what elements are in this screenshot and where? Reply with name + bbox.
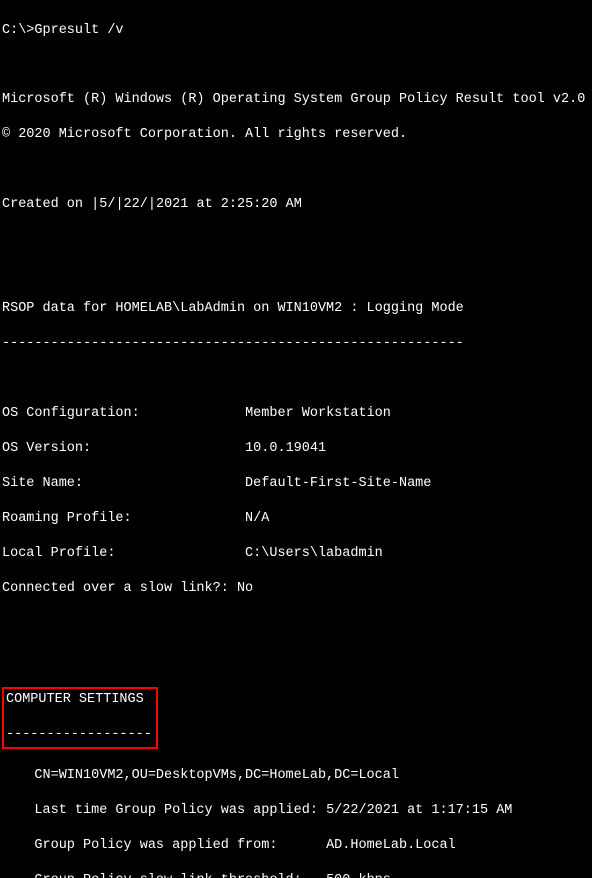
copyright: © 2020 Microsoft Corporation. All rights… xyxy=(2,126,592,144)
label: Site Name: xyxy=(2,476,83,491)
cs-applied-from: Group Policy was applied from: AD.HomeLa… xyxy=(2,837,592,855)
value: 10.0.19041 xyxy=(245,441,326,456)
label: Roaming Profile: xyxy=(2,511,132,526)
value: 5/22/2021 at 1:17:15 AM xyxy=(326,803,512,818)
value: N/A xyxy=(245,511,269,526)
rsop-dashes: ----------------------------------------… xyxy=(2,335,592,353)
os-configuration: OS Configuration: Member Workstation xyxy=(2,405,592,423)
label: Local Profile: xyxy=(2,546,115,561)
value: No xyxy=(237,581,253,596)
value: C:\Users\labadmin xyxy=(245,546,383,561)
slow-link: Connected over a slow link?: No xyxy=(2,580,592,598)
computer-settings-dashes: ------------------ xyxy=(6,726,152,744)
roaming-profile: Roaming Profile: N/A xyxy=(2,510,592,528)
created-middle: 22/ xyxy=(124,197,148,212)
arrow-icon: |‎ xyxy=(115,197,123,212)
prompt-cwd: C:\> xyxy=(2,23,34,38)
command-text: Gpresult /v xyxy=(34,23,123,38)
computer-settings-heading: COMPUTER SETTINGS xyxy=(6,691,152,709)
tool-header: Microsoft (R) Windows (R) Operating Syst… xyxy=(2,91,592,109)
label: OS Configuration: xyxy=(2,406,140,421)
computer-settings-heading-box: COMPUTER SETTINGS ------------------ xyxy=(2,687,158,750)
value: 500 kbps xyxy=(326,873,391,878)
cs-last-applied: Last time Group Policy was applied: 5/22… xyxy=(2,802,592,820)
label: Connected over a slow link?: xyxy=(2,581,229,596)
label: Group Policy slow link threshold: xyxy=(34,873,301,878)
created-year-time: 2021 at 2:25:20 AM xyxy=(156,197,302,212)
arrow-icon: |‎ xyxy=(148,197,156,212)
site-name: Site Name: Default-First-Site-Name xyxy=(2,475,592,493)
created-date: 5/ xyxy=(99,197,115,212)
created-on: Created on ‎‎|‎5/|‎22/|‎2021 at 2:25:20 … xyxy=(2,196,592,214)
value: AD.HomeLab.Local xyxy=(326,838,456,853)
command-line: C:\>Gpresult /v xyxy=(2,22,592,40)
value: CN=WIN10VM2,OU=DesktopVMs,DC=HomeLab,DC=… xyxy=(34,768,399,783)
os-version: OS Version: 10.0.19041 xyxy=(2,440,592,458)
value: Member Workstation xyxy=(245,406,391,421)
label: OS Version: xyxy=(2,441,91,456)
value: Default-First-Site-Name xyxy=(245,476,431,491)
cs-cn: CN=WIN10VM2,OU=DesktopVMs,DC=HomeLab,DC=… xyxy=(2,767,592,785)
rsop-line: RSOP data for HOMELAB\LabAdmin on WIN10V… xyxy=(2,300,592,318)
cs-slow-threshold: Group Policy slow link threshold: 500 kb… xyxy=(2,872,592,878)
label: Last time Group Policy was applied: xyxy=(34,803,318,818)
terminal-output: C:\>Gpresult /v Microsoft (R) Windows (R… xyxy=(0,0,592,878)
local-profile: Local Profile: C:\Users\labadmin xyxy=(2,545,592,563)
label: Group Policy was applied from: xyxy=(34,838,277,853)
